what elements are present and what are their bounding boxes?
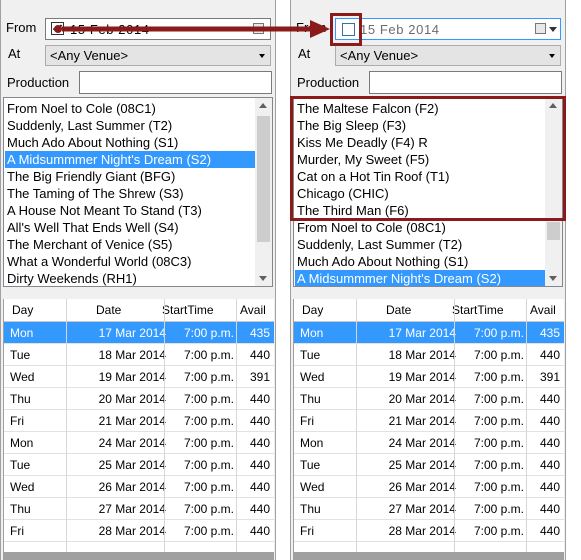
annotation-arrow-icon — [54, 20, 330, 38]
